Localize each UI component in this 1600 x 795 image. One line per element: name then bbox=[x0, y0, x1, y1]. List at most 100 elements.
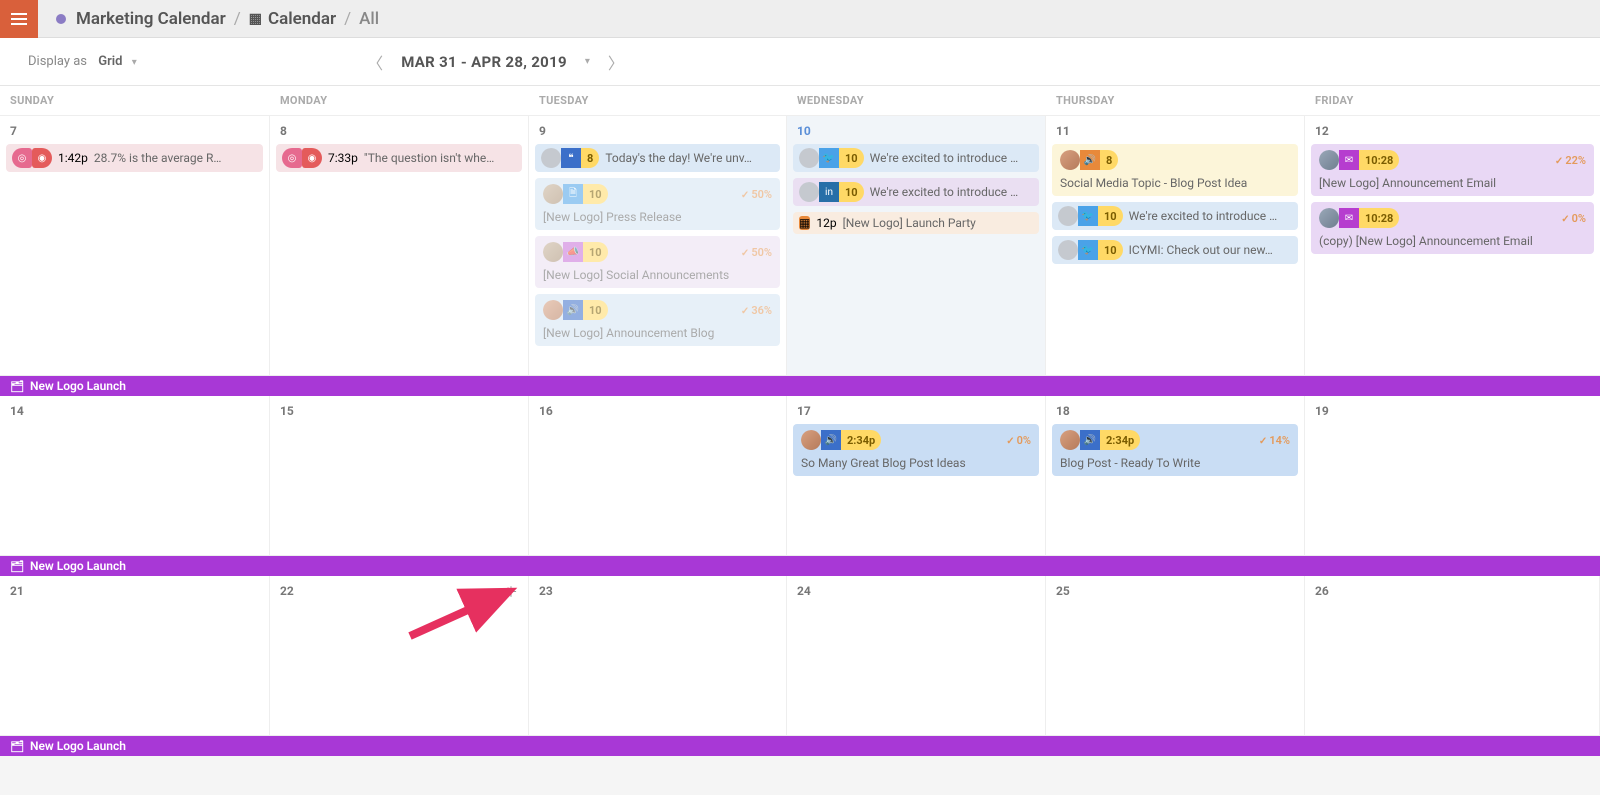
event-text: 28.7% is the average R… bbox=[94, 151, 257, 165]
count-badge: 10 bbox=[583, 184, 608, 204]
count-badge: 10 bbox=[839, 148, 864, 168]
event-card[interactable]: 🔊2:34p 0% So Many Great Blog Post Ideas bbox=[793, 424, 1039, 476]
day-number: 26 bbox=[1311, 582, 1593, 604]
event-card[interactable]: ✉10:280% (copy) [New Logo] Announcement … bbox=[1311, 202, 1594, 254]
campaign-bar[interactable]: 🗂New Logo Launch bbox=[0, 736, 1600, 756]
event-card[interactable]: ✉10:2822% [New Logo] Announcement Email bbox=[1311, 144, 1594, 196]
count-badge: 10 bbox=[583, 300, 608, 320]
day-header: MONDAY bbox=[270, 86, 529, 115]
event-card[interactable]: 🗎1050% [New Logo] Press Release bbox=[535, 178, 780, 230]
count-badge: 8 bbox=[581, 148, 599, 168]
breadcrumb-root[interactable]: Marketing Calendar bbox=[76, 9, 226, 29]
day-header: FRIDAY bbox=[1305, 86, 1600, 115]
event-text: "The question isn't whe… bbox=[364, 151, 516, 165]
event-text: We're excited to introduce … bbox=[1129, 209, 1292, 223]
progress-badge: 14% bbox=[1259, 434, 1290, 447]
calendar-day[interactable]: 26 bbox=[1305, 576, 1600, 736]
event-time: 10:28 bbox=[1359, 150, 1399, 170]
day-number: 23 bbox=[535, 582, 780, 604]
day-number: 21 bbox=[6, 582, 263, 604]
display-as-label: Display as bbox=[28, 54, 87, 69]
event-strip[interactable]: ▦ 12p [New Logo] Launch Party bbox=[793, 212, 1039, 234]
event-pill: 📣10 bbox=[543, 242, 608, 262]
event-strip[interactable]: ◎◉7:33p"The question isn't whe… bbox=[276, 144, 522, 172]
calendar-day[interactable]: 24 bbox=[787, 576, 1046, 736]
event-pill: ◎◉ bbox=[12, 148, 52, 168]
day-number: 17 bbox=[793, 402, 1039, 424]
event-strip[interactable]: 🐦10 We're excited to introduce … bbox=[1052, 202, 1298, 230]
event-strip[interactable]: in10We're excited to introduce … bbox=[793, 178, 1039, 206]
event-pill: 🐦10 bbox=[1058, 240, 1123, 260]
calendar-day[interactable]: 22＋ bbox=[270, 576, 529, 736]
date-range-label[interactable]: MAR 31 - APR 28, 2019 bbox=[401, 53, 567, 71]
menu-button[interactable] bbox=[0, 0, 38, 38]
event-title: So Many Great Blog Post Ideas bbox=[801, 456, 1031, 470]
calendar-day[interactable]: 10🐦10 We're excited to introduce … in10We'… bbox=[787, 116, 1046, 376]
add-event-button[interactable]: ＋ bbox=[504, 582, 518, 602]
calendar-day[interactable]: 8◎◉7:33p"The question isn't whe… bbox=[270, 116, 529, 376]
event-card[interactable]: 📣1050% [New Logo] Social Announcements bbox=[535, 236, 780, 288]
event-time: 1:42p bbox=[58, 151, 88, 165]
campaign-bar[interactable]: 🗂 New Logo Launch bbox=[0, 376, 1600, 396]
calendar-day[interactable]: 21 bbox=[0, 576, 270, 736]
event-card[interactable]: 🔊1036% [New Logo] Announcement Blog bbox=[535, 294, 780, 346]
event-text: We're excited to introduce … bbox=[870, 151, 1033, 165]
event-pill: 🐦10 bbox=[1058, 206, 1123, 226]
calendar-day[interactable]: 17 🔊2:34p 0% So Many Great Blog Post Idea… bbox=[787, 396, 1046, 556]
event-pill: 🔊2:34p bbox=[801, 430, 881, 450]
event-card[interactable]: 🔊2:34p14% Blog Post - Ready To Write bbox=[1052, 424, 1298, 476]
event-pill: ✉10:28 bbox=[1319, 208, 1399, 228]
event-text: [New Logo] Launch Party bbox=[843, 216, 1033, 230]
display-as-dropdown[interactable]: Display as Grid ▾ bbox=[28, 54, 137, 69]
channel-icon: 🔊 bbox=[821, 430, 841, 450]
progress-badge: 0% bbox=[1006, 434, 1031, 447]
calendar-day[interactable]: 11 🔊8 Social Media Topic - Blog Post Ide… bbox=[1046, 116, 1305, 376]
progress-badge: 0% bbox=[1561, 212, 1586, 225]
event-pill: 🔊8 bbox=[1060, 150, 1118, 170]
channel-icon: ◉ bbox=[32, 148, 52, 168]
event-pill: 🔊10 bbox=[543, 300, 608, 320]
channel-icon: ◉ bbox=[302, 148, 322, 168]
channel-icon: 📣 bbox=[563, 242, 583, 262]
day-number: 22 bbox=[276, 582, 522, 604]
campaign-label: New Logo Launch bbox=[30, 379, 126, 393]
next-range-button[interactable]: 〉 bbox=[608, 50, 624, 74]
event-strip[interactable]: ◎◉ 1:42p 28.7% is the average R… bbox=[6, 144, 263, 172]
event-time: 7:33p bbox=[328, 151, 358, 165]
avatar bbox=[1319, 150, 1339, 170]
day-number: 16 bbox=[535, 402, 780, 424]
calendar-day[interactable]: 9❝8Today's the day! We're unv… 🗎1050% [N… bbox=[529, 116, 787, 376]
calendar-day[interactable]: 15 bbox=[270, 396, 529, 556]
calendar-day[interactable]: 25 bbox=[1046, 576, 1305, 736]
event-time: 10:28 bbox=[1359, 208, 1399, 228]
channel-icon: 🔊 bbox=[1080, 430, 1100, 450]
calendar-day[interactable]: 7◎◉1:42p28.7% is the average R… bbox=[0, 116, 270, 376]
breadcrumb-filter[interactable]: All bbox=[359, 9, 379, 29]
event-time: 12p bbox=[816, 216, 836, 230]
breadcrumb-view[interactable]: Calendar bbox=[268, 9, 336, 29]
channel-icon: 🐦 bbox=[819, 148, 839, 168]
event-strip[interactable]: 🐦10 We're excited to introduce … bbox=[793, 144, 1039, 172]
calendar-day[interactable]: 18 🔊2:34p14% Blog Post - Ready To Write bbox=[1046, 396, 1305, 556]
event-card[interactable]: 🔊8 Social Media Topic - Blog Post Idea bbox=[1052, 144, 1298, 196]
avatar bbox=[799, 148, 819, 168]
event-strip[interactable]: ❝8Today's the day! We're unv… bbox=[535, 144, 780, 172]
channel-icon: ▦ bbox=[799, 216, 810, 230]
folder-icon: 🗂 bbox=[10, 380, 24, 393]
event-strip[interactable]: 🐦10ICYMI: Check out our new… bbox=[1052, 236, 1298, 264]
day-header: WEDNESDAY bbox=[787, 86, 1046, 115]
prev-range-button[interactable]: 〈 bbox=[367, 50, 383, 74]
progress-badge: 36% bbox=[741, 304, 772, 317]
avatar bbox=[1060, 430, 1080, 450]
event-title: [New Logo] Press Release bbox=[543, 210, 772, 224]
event-time: 2:34p bbox=[1100, 430, 1140, 450]
count-badge: 8 bbox=[1100, 150, 1118, 170]
channel-icon: ✉ bbox=[1339, 208, 1359, 228]
calendar-day[interactable]: 23 bbox=[529, 576, 787, 736]
calendar-day[interactable]: 12 ✉10:2822% [New Logo] Announcement Ema… bbox=[1305, 116, 1600, 376]
campaign-bar[interactable]: 🗂New Logo Launch bbox=[0, 556, 1600, 576]
calendar-day[interactable]: 16 bbox=[529, 396, 787, 556]
calendar-day[interactable]: 19 bbox=[1305, 396, 1600, 556]
day-number: 14 bbox=[6, 402, 263, 424]
calendar-day[interactable]: 14 bbox=[0, 396, 270, 556]
